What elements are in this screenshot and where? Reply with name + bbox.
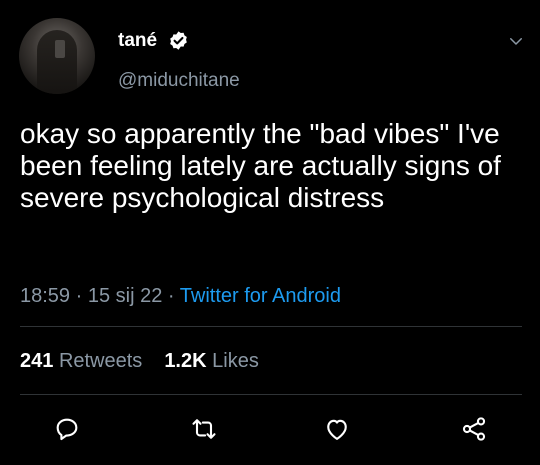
verified-badge-icon <box>170 31 187 50</box>
share-button[interactable] <box>459 414 489 444</box>
share-icon <box>462 417 486 441</box>
retweets-label: Retweets <box>58 350 143 372</box>
tweet-source-link[interactable]: Twitter for Android <box>180 285 341 307</box>
meta-separator: · <box>162 285 180 307</box>
tweet-date: 15 sij 22 <box>87 285 163 307</box>
avatar[interactable] <box>19 18 95 94</box>
divider-bottom <box>20 394 522 395</box>
meta-separator: · <box>70 285 88 307</box>
retweet-button[interactable] <box>189 414 219 444</box>
like-button[interactable] <box>322 414 352 444</box>
likes-stat[interactable]: 1.2K Likes <box>164 350 259 372</box>
user-handle[interactable]: @miduchitane <box>118 70 240 92</box>
tweet-card: tané @miduchitane okay so apparently the… <box>0 0 540 465</box>
display-name[interactable]: tané <box>118 30 157 52</box>
likes-count: 1.2K <box>164 350 207 372</box>
retweets-stat[interactable]: 241 Retweets <box>20 350 142 372</box>
reply-icon <box>56 418 78 441</box>
tweet-meta: 18:59 · 15 sij 22 · Twitter for Android <box>20 284 341 308</box>
retweet-icon <box>192 419 216 439</box>
divider-top <box>20 326 522 327</box>
likes-label: Likes <box>212 350 259 372</box>
like-icon <box>327 419 347 440</box>
tweet-time: 18:59 <box>20 285 71 307</box>
retweets-count: 241 <box>20 350 54 372</box>
avatar-phone <box>55 40 65 58</box>
chevron-down-icon[interactable] <box>507 32 525 50</box>
tweet-stats: 241 Retweets 1.2K Likes <box>20 349 259 373</box>
tweet-text: okay so apparently the "bad vibes" I've … <box>20 118 501 213</box>
reply-button[interactable] <box>52 414 82 444</box>
